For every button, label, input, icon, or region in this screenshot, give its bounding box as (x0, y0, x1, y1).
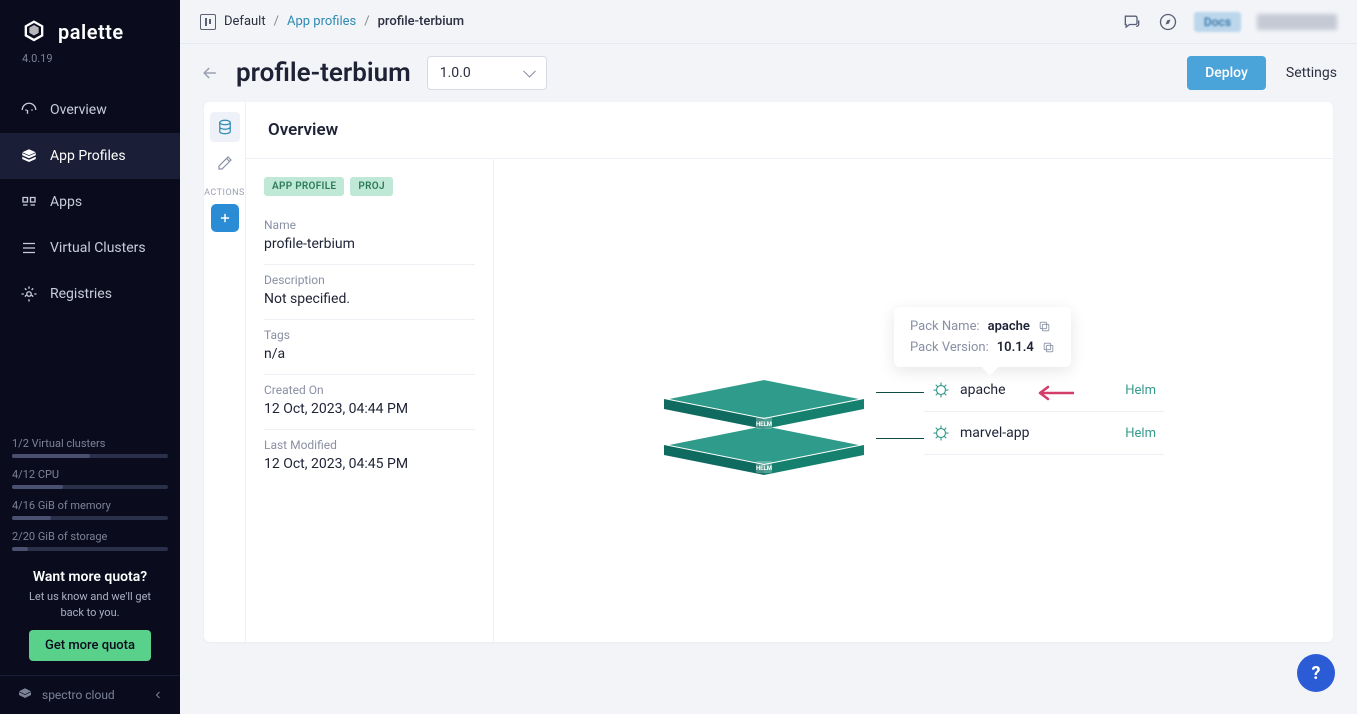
add-action-button[interactable] (211, 204, 239, 232)
footer-brand: spectro cloud (42, 688, 115, 702)
palette-logo-icon (20, 18, 48, 46)
connector-line (876, 392, 924, 393)
info-column: APP PROFILE PROJ Nameprofile-terbium Des… (246, 159, 494, 642)
quota-usage: 1/2 Virtual clusters 4/12 CPU 4/16 GiB o… (0, 437, 180, 561)
sidebar: palette 4.0.19 Overview App Profiles App… (0, 0, 180, 714)
brand-footer[interactable]: spectro cloud (0, 675, 180, 714)
layer-type: Helm (1125, 426, 1156, 441)
chevron-left-icon[interactable] (152, 689, 164, 701)
database-icon (216, 118, 234, 136)
clusters-icon (20, 239, 38, 257)
sidebar-item-app-profiles[interactable]: App Profiles (0, 133, 180, 179)
project-icon (200, 14, 216, 30)
copy-icon[interactable] (1042, 341, 1055, 354)
nav-label: Virtual Clusters (50, 240, 146, 256)
topbar: Default / App profiles / profile-terbium… (180, 0, 1357, 44)
tooltip-pack-name-label: Pack Name: (910, 319, 980, 334)
main: Default / App profiles / profile-terbium… (180, 0, 1357, 714)
quota-cta: Want more quota? Let us know and we'll g… (0, 561, 180, 675)
page-title: profile-terbium (236, 58, 411, 88)
overview-card: ACTIONS Overview APP PROFILE PROJ Namepr… (204, 102, 1333, 642)
breadcrumb-link[interactable]: App profiles (287, 14, 356, 29)
nav-label: App Profiles (50, 148, 126, 164)
chat-icon[interactable] (1122, 12, 1142, 32)
actions-label: ACTIONS (204, 188, 245, 198)
quota-row: 1/2 Virtual clusters (12, 437, 168, 458)
pack-tooltip: Pack Name: apache Pack Version: 10.1.4 (894, 307, 1071, 367)
sidebar-item-apps[interactable]: Apps (0, 179, 180, 225)
connector-line (876, 438, 924, 439)
dashboard-icon (20, 101, 38, 119)
rail-item-overview[interactable] (210, 112, 240, 142)
edit-icon (216, 154, 234, 172)
tooltip-pack-name-value: apache (988, 319, 1030, 334)
tag: PROJ (350, 177, 392, 196)
quota-cta-sub: Let us know and we'll get back to you. (16, 589, 164, 620)
copy-icon[interactable] (1038, 320, 1051, 333)
nav-label: Overview (50, 102, 107, 118)
version-select[interactable]: 1.0.0 (427, 56, 547, 90)
gear-icon (20, 285, 38, 303)
quota-row: 4/16 GiB of memory (12, 499, 168, 520)
rail-item-edit[interactable] (210, 148, 240, 178)
page-header: profile-terbium 1.0.0 Deploy Settings (180, 44, 1357, 102)
helm-icon (932, 381, 950, 399)
brand-logo[interactable]: palette (0, 0, 180, 52)
field-modified: Last Modified12 Oct, 2023, 04:45 PM (264, 430, 475, 484)
svg-text:HELM: HELM (756, 465, 772, 472)
user-menu[interactable] (1257, 14, 1337, 30)
quota-cta-title: Want more quota? (16, 569, 164, 585)
helm-icon (932, 424, 950, 442)
layer-name: apache (960, 382, 1006, 398)
svg-text:HELM: HELM (756, 421, 772, 428)
get-more-quota-button[interactable]: Get more quota (29, 630, 151, 661)
nav: Overview App Profiles Apps Virtual Clust… (0, 77, 180, 317)
layers-icon (20, 147, 38, 165)
field-created: Created On12 Oct, 2023, 04:44 PM (264, 375, 475, 430)
brand-name: palette (58, 20, 124, 44)
quota-row: 2/20 GiB of storage (12, 530, 168, 551)
field-name: Nameprofile-terbium (264, 210, 475, 265)
breadcrumb-project[interactable]: Default (224, 14, 266, 29)
sidebar-item-virtual-clusters[interactable]: Virtual Clusters (0, 225, 180, 271)
layer-name: marvel-app (960, 425, 1030, 441)
card-rail: ACTIONS (204, 102, 246, 642)
nav-label: Registries (50, 286, 112, 302)
plus-icon (218, 211, 232, 225)
app-version: 4.0.19 (0, 52, 180, 77)
sidebar-item-registries[interactable]: Registries (0, 271, 180, 317)
docs-badge[interactable]: Docs (1194, 12, 1241, 32)
compass-icon[interactable] (1158, 12, 1178, 32)
annotation-arrow-icon (1034, 385, 1074, 401)
visualization: HELM HELM apache Helm (494, 159, 1333, 642)
overview-heading: Overview (246, 102, 1333, 159)
breadcrumb-current: profile-terbium (378, 14, 464, 29)
tooltip-pack-version-label: Pack Version: (910, 340, 989, 355)
nav-label: Apps (50, 194, 82, 210)
sidebar-item-overview[interactable]: Overview (0, 87, 180, 133)
settings-link[interactable]: Settings (1286, 65, 1337, 81)
tooltip-pack-version-value: 10.1.4 (997, 340, 1034, 355)
field-description: DescriptionNot specified. (264, 265, 475, 320)
deploy-button[interactable]: Deploy (1187, 56, 1266, 90)
layer-row-marvel[interactable]: marvel-app Helm (924, 412, 1164, 455)
layer-stack-icon: HELM HELM (644, 349, 884, 479)
back-arrow-icon[interactable] (200, 63, 220, 83)
layer-list: apache Helm marvel-app Helm (924, 369, 1164, 455)
apps-icon (20, 193, 38, 211)
tag: APP PROFILE (264, 177, 344, 196)
quota-row: 4/12 CPU (12, 468, 168, 489)
help-button[interactable]: ? (1297, 654, 1335, 692)
layer-type: Helm (1125, 383, 1156, 398)
field-tags: Tagsn/a (264, 320, 475, 375)
spectro-logo-icon (16, 686, 34, 704)
